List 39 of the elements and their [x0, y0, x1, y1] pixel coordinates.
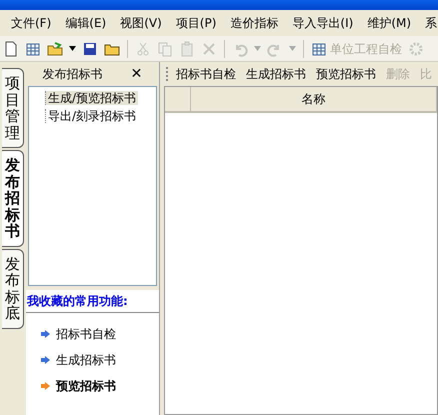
menu-item[interactable]: 维护(M): [361, 14, 418, 32]
save-icon: [82, 40, 98, 56]
toolbar-button[interactable]: 招标书自检: [171, 65, 241, 83]
menu-item[interactable]: 系: [419, 14, 438, 32]
caret-icon: [254, 46, 261, 51]
close-button[interactable]: ✕: [130, 64, 142, 84]
menu-item[interactable]: 文件(F): [5, 14, 58, 32]
paste-icon: [179, 40, 195, 56]
scissors-icon: [135, 40, 151, 56]
tree-item[interactable]: 生成/预览招标书: [45, 91, 138, 105]
caret-icon: [69, 46, 76, 51]
arrow-icon: [41, 382, 50, 390]
column-header: 名称: [191, 87, 437, 111]
favorites-heading: 我收藏的常用功能:: [26, 290, 159, 313]
favorite-link[interactable]: 招标书自检: [26, 321, 116, 347]
toolbar-button[interactable]: 预览招标书: [311, 65, 381, 83]
favorite-link[interactable]: 预览招标书: [26, 373, 116, 399]
grid-icon: [25, 40, 41, 56]
side-tab[interactable]: 发布标底: [2, 248, 24, 328]
side-tab[interactable]: 项目管理: [2, 68, 24, 148]
folder-icon: [47, 40, 63, 56]
favorite-link[interactable]: 生成招标书: [26, 347, 116, 373]
delete-icon: [201, 40, 217, 56]
menu-item[interactable]: 项目(P): [170, 14, 222, 32]
new-file-icon: [3, 40, 19, 56]
arrow-icon: [41, 330, 50, 338]
dropdown-button[interactable]: [66, 44, 79, 53]
copy-icon: [157, 40, 173, 56]
menu-item[interactable]: 导入导出(I): [286, 14, 360, 32]
caret-icon: [289, 46, 296, 51]
tree-item[interactable]: 导出/刻录招标书: [45, 109, 138, 123]
menu-item[interactable]: 编辑(E): [59, 14, 112, 32]
menu-item[interactable]: 视图(V): [114, 14, 168, 32]
panel-title: 发布招标书: [42, 66, 103, 83]
grid-icon: [311, 40, 327, 56]
arrow-icon: [41, 356, 50, 364]
side-tab[interactable]: 发布招标书: [2, 150, 24, 246]
menu-item[interactable]: 造价指标: [224, 14, 284, 32]
toolbar-button[interactable]: 生成招标书: [241, 65, 311, 83]
